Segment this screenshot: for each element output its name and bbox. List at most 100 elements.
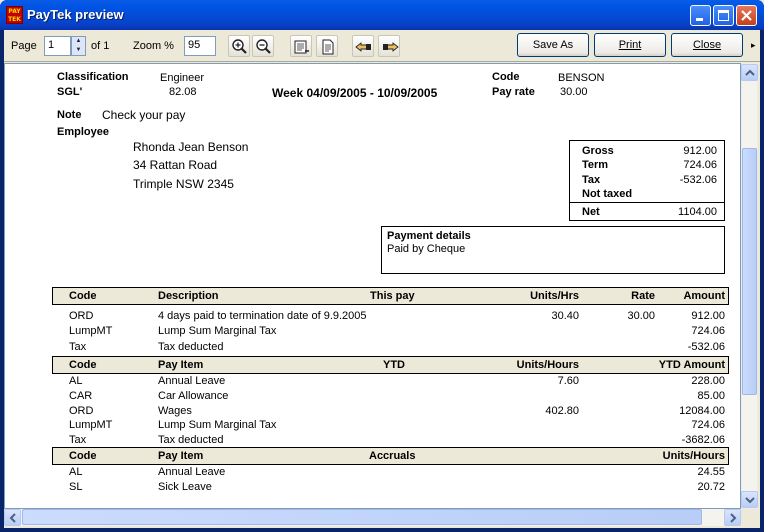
horizontal-scrollbar[interactable] bbox=[4, 509, 741, 526]
col-units-hours: Units/Hours bbox=[516, 359, 579, 371]
close-icon bbox=[741, 10, 752, 21]
row-units: 7.60 bbox=[557, 375, 579, 387]
page-spinner[interactable]: ▲ ▼ bbox=[71, 36, 86, 56]
section-this-pay: This pay bbox=[370, 290, 415, 302]
row-item: Lump Sum Marginal Tax bbox=[158, 419, 277, 431]
employee-label: Employee bbox=[57, 126, 109, 138]
row-item: Wages bbox=[158, 405, 192, 417]
previous-page-button[interactable] bbox=[352, 35, 374, 57]
vertical-scroll-thumb[interactable] bbox=[742, 148, 757, 395]
minimize-button[interactable] bbox=[690, 5, 711, 26]
row-amount: 228.00 bbox=[691, 375, 725, 387]
toolbar-overflow-icon[interactable]: ▸ bbox=[751, 40, 756, 51]
whole-page-button[interactable] bbox=[316, 35, 338, 57]
row-description: Lump Sum Marginal Tax bbox=[158, 325, 277, 337]
row-units: 24.55 bbox=[697, 466, 725, 478]
row-code: ORD bbox=[69, 310, 94, 322]
maximize-button[interactable] bbox=[713, 5, 734, 26]
code-label: Code bbox=[492, 71, 520, 83]
row-units: 30.40 bbox=[551, 310, 579, 322]
row-amount: 12084.00 bbox=[679, 405, 725, 417]
row-rate: 30.00 bbox=[627, 310, 655, 322]
classification-label: Classification bbox=[57, 71, 129, 83]
row-description: 4 days paid to termination date of 9.9.2… bbox=[158, 310, 367, 322]
chevron-down-icon bbox=[745, 497, 755, 504]
note-value: Check your pay bbox=[102, 108, 186, 122]
row-amount: -3682.06 bbox=[681, 434, 725, 446]
summary-divider bbox=[569, 202, 725, 203]
zoom-label: Zoom % bbox=[133, 40, 174, 52]
code-value: BENSON bbox=[558, 72, 605, 84]
page-number-input[interactable]: 1 bbox=[44, 36, 71, 56]
col-amount: Amount bbox=[683, 290, 725, 302]
term-value: 724.06 bbox=[683, 159, 717, 171]
row-item: Annual Leave bbox=[158, 375, 226, 387]
page-width-icon bbox=[294, 40, 309, 54]
not-taxed-label: Not taxed bbox=[582, 188, 633, 200]
net-value: 1104.00 bbox=[678, 206, 717, 218]
zoom-input[interactable]: 95 bbox=[184, 36, 216, 56]
report-page: Classification Engineer SGL' 82.08 Week … bbox=[5, 64, 740, 508]
row-amount: 85.00 bbox=[697, 390, 725, 402]
scrollbar-corner bbox=[741, 509, 758, 526]
row-amount: 724.06 bbox=[691, 419, 725, 431]
row-units: 402.80 bbox=[545, 405, 579, 417]
next-page-button[interactable] bbox=[378, 35, 400, 57]
col-units-hours: Units/Hours bbox=[662, 450, 725, 462]
close-window-button[interactable] bbox=[736, 5, 757, 26]
col-code: Code bbox=[69, 450, 97, 462]
zoom-in-icon bbox=[232, 39, 247, 54]
vertical-scrollbar[interactable] bbox=[741, 63, 758, 509]
chevron-up-icon bbox=[745, 69, 755, 76]
scroll-down-button[interactable] bbox=[741, 491, 758, 508]
note-label: Note bbox=[57, 109, 82, 121]
sgl-label: SGL' bbox=[57, 86, 83, 98]
payment-details-label: Payment details bbox=[387, 230, 471, 242]
row-code: ORD bbox=[69, 405, 94, 417]
spin-up-icon[interactable]: ▲ bbox=[72, 37, 85, 46]
row-code: AL bbox=[69, 466, 83, 478]
term-label: Term bbox=[582, 159, 609, 171]
pay-rate-value: 30.00 bbox=[560, 86, 588, 98]
scroll-up-button[interactable] bbox=[741, 64, 758, 81]
address-line-2: Trimple NSW 2345 bbox=[133, 177, 234, 191]
col-code: Code bbox=[69, 290, 97, 302]
whole-page-icon bbox=[322, 39, 334, 55]
payment-details-value: Paid by Cheque bbox=[387, 243, 466, 255]
print-button[interactable]: Print bbox=[594, 33, 666, 57]
classification-value: Engineer bbox=[160, 72, 205, 84]
report-viewport[interactable]: Classification Engineer SGL' 82.08 Week … bbox=[4, 63, 741, 509]
page-count-label: of 1 bbox=[91, 40, 110, 52]
row-amount: 724.06 bbox=[691, 325, 725, 337]
horizontal-scroll-thumb[interactable] bbox=[22, 509, 702, 525]
close-button[interactable]: Close bbox=[671, 33, 743, 57]
col-description: Description bbox=[158, 290, 219, 302]
row-amount: -532.06 bbox=[687, 341, 725, 353]
zoom-in-button[interactable] bbox=[228, 35, 250, 57]
scroll-right-button[interactable] bbox=[724, 509, 741, 526]
col-pay-item: Pay Item bbox=[158, 359, 204, 371]
scroll-left-button[interactable] bbox=[4, 509, 21, 526]
row-item: Tax deducted bbox=[158, 434, 224, 446]
row-code: Tax bbox=[69, 434, 87, 446]
row-code: Tax bbox=[69, 341, 87, 353]
row-code: AL bbox=[69, 375, 83, 387]
chevron-right-icon bbox=[730, 513, 737, 523]
app-logo-icon: PAY TEK bbox=[6, 6, 23, 24]
previous-page-icon bbox=[355, 42, 371, 52]
next-page-icon bbox=[383, 42, 399, 52]
title-bar[interactable]: PAY TEK PayTek preview bbox=[0, 0, 764, 30]
spin-down-icon[interactable]: ▼ bbox=[72, 46, 85, 55]
row-description: Tax deducted bbox=[158, 341, 224, 353]
tax-label: Tax bbox=[582, 174, 601, 186]
row-code: CAR bbox=[69, 390, 93, 402]
col-ytd-amount: YTD Amount bbox=[658, 359, 725, 371]
toolbar: Page 1 ▲ ▼ of 1 Zoom % 95 Save As Print … bbox=[4, 30, 760, 62]
save-as-button[interactable]: Save As bbox=[517, 33, 589, 57]
zoom-out-icon bbox=[256, 39, 271, 54]
col-units: Units/Hrs bbox=[530, 290, 579, 302]
employee-name: Rhonda Jean Benson bbox=[133, 140, 249, 154]
page-width-button[interactable] bbox=[290, 35, 312, 57]
col-rate: Rate bbox=[631, 290, 655, 302]
zoom-out-button[interactable] bbox=[252, 35, 274, 57]
